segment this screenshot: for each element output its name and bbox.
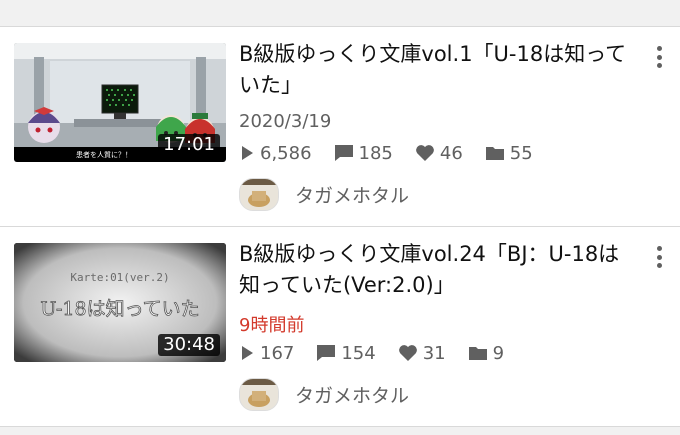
channel-name[interactable]: タガメホタル — [295, 381, 409, 408]
more-vert-icon[interactable] — [652, 43, 666, 71]
video-stats: 167 154 31 9 — [239, 341, 526, 365]
comment-icon — [334, 145, 353, 161]
comment-count: 185 — [334, 143, 393, 164]
avatar-image — [240, 379, 278, 410]
more-vert-icon[interactable] — [652, 243, 666, 271]
channel-row[interactable]: タガメホタル — [239, 378, 409, 411]
like-count-value: 46 — [439, 142, 463, 164]
playlist-count-value: 9 — [492, 342, 505, 364]
playlist-count: 9 — [468, 343, 504, 364]
view-count-value: 6,586 — [260, 142, 312, 164]
avatar[interactable] — [239, 378, 279, 411]
like-count-value: 31 — [422, 342, 446, 364]
video-thumbnail[interactable]: Karte:01(ver.2) U-18は知っていた 30:48 — [14, 243, 226, 362]
view-count: 167 — [239, 343, 294, 364]
video-title[interactable]: B級版ゆっくり文庫vol.24「BJ：U-18は知っていた(Ver:2.0)」 — [239, 239, 629, 301]
video-duration: 17:01 — [158, 134, 220, 156]
comment-icon — [317, 345, 336, 361]
comment-count: 154 — [316, 342, 376, 364]
avatar-image — [240, 179, 278, 210]
playlist-count: 55 — [485, 143, 533, 164]
folder-icon — [468, 347, 487, 360]
video-thumbnail[interactable]: 患者を人質に？！ 17:01 — [14, 43, 226, 162]
channel-row[interactable]: タガメホタル — [239, 178, 409, 211]
thumbnail-heading: U-18は知っていた — [40, 298, 199, 320]
avatar[interactable] — [239, 178, 279, 211]
bottom-divider — [0, 426, 680, 427]
thumbnail-caption: 患者を人質に？！ — [76, 150, 132, 159]
comment-count-value: 154 — [341, 342, 376, 364]
video-title[interactable]: B級版ゆっくり文庫vol.1「U-18は知っていた」 — [239, 39, 629, 101]
video-duration: 30:48 — [158, 334, 220, 356]
like-count: 46 — [415, 143, 463, 164]
play-icon — [242, 346, 253, 360]
channel-name[interactable]: タガメホタル — [295, 181, 409, 208]
playlist-count-value: 55 — [509, 142, 533, 164]
video-stats: 6,586 185 46 55 — [239, 141, 555, 165]
heart-icon — [416, 145, 434, 161]
video-card[interactable]: Karte:01(ver.2) U-18は知っていた 30:48 B級版ゆっくり… — [0, 227, 680, 426]
thumbnail-subtitle: Karte:01(ver.2) — [70, 271, 169, 284]
upload-date: 2020/3/19 — [239, 111, 332, 132]
upload-date: 9時間前 — [239, 315, 305, 336]
folder-icon — [485, 147, 504, 160]
heart-icon — [398, 345, 417, 361]
comment-count-value: 185 — [358, 142, 393, 164]
like-count: 31 — [398, 343, 446, 364]
view-count: 6,586 — [239, 143, 312, 164]
view-count-value: 167 — [260, 342, 295, 364]
video-card[interactable]: 患者を人質に？！ 17:01 B級版ゆっくり文庫vol.1「U-18は知っていた… — [0, 27, 680, 226]
play-icon — [242, 146, 253, 160]
